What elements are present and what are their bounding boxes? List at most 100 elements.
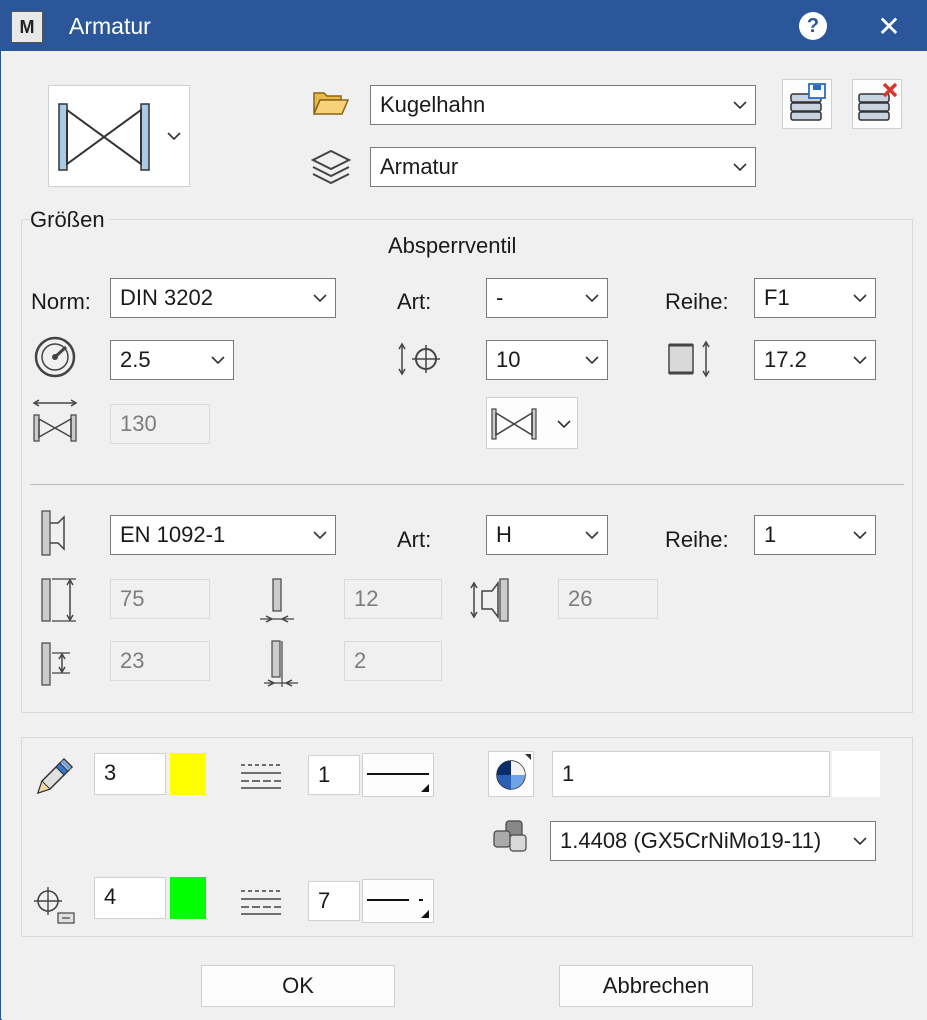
layer-select-value: Armatur <box>380 154 459 179</box>
linetype2-input[interactable]: 7 <box>308 881 360 921</box>
material-select[interactable]: 1.4408 (GX5CrNiMo19-11) <box>550 821 876 861</box>
catalog-select[interactable]: Kugelhahn <box>370 85 756 125</box>
pen-color-swatch[interactable] <box>170 753 206 795</box>
reihe-select-value: F1 <box>764 285 790 310</box>
chevron-down-icon <box>167 132 181 141</box>
flange-inner-diameter-field: 23 <box>110 641 210 681</box>
cancel-button[interactable]: Abbrechen <box>559 965 753 1007</box>
nominal-diameter-icon <box>398 342 440 376</box>
marker-number-input[interactable]: 4 <box>94 877 166 919</box>
art-select-value: - <box>496 285 504 310</box>
chevron-down-icon <box>733 163 747 172</box>
database-delete-icon <box>858 82 898 121</box>
chevron-down-icon <box>211 356 225 365</box>
flange-inner-diameter-icon <box>41 642 70 686</box>
length-field: 130 <box>110 404 210 444</box>
save-database-button[interactable] <box>782 79 832 129</box>
layer-select[interactable]: Armatur <box>370 147 756 187</box>
marker-color-swatch[interactable] <box>170 877 206 919</box>
flange-thickness-icon <box>260 578 294 623</box>
flange-art-select[interactable]: H <box>486 515 608 555</box>
flange-outer-diameter-icon <box>41 578 76 622</box>
flange-reihe-select[interactable]: 1 <box>754 515 876 555</box>
chevron-down-icon <box>585 294 599 303</box>
dash-line-icon <box>367 899 429 918</box>
marker-icon <box>34 887 75 924</box>
chevron-down-icon <box>313 531 327 540</box>
flange-outer-diameter-field: 75 <box>110 579 210 619</box>
pressure-select-value: 2.5 <box>120 347 151 372</box>
catalog-select-value: Kugelhahn <box>380 92 486 117</box>
help-icon[interactable]: ? <box>799 12 827 40</box>
length-dimension-icon <box>32 399 78 442</box>
layers-icon <box>310 149 352 185</box>
pen-number-input[interactable]: 3 <box>94 753 166 795</box>
separator <box>30 484 904 485</box>
delete-database-button[interactable] <box>852 79 902 129</box>
linetype-icon <box>241 890 281 915</box>
flange-height-field: 26 <box>558 579 658 619</box>
title-bar: M Armatur ? ✕ <box>1 1 927 51</box>
chevron-down-icon <box>853 294 867 303</box>
pipe-diameter-icon <box>668 340 710 378</box>
pipe-select[interactable]: 17.2 <box>754 340 876 380</box>
reihe-label: Reihe: <box>665 289 729 314</box>
flange-icon <box>41 510 65 556</box>
folder-open-icon <box>312 92 350 115</box>
flange-thickness-field: 12 <box>344 579 442 619</box>
ok-button[interactable]: OK <box>201 965 395 1007</box>
flange-reihe-label: Reihe: <box>665 527 729 552</box>
reihe-select[interactable]: F1 <box>754 278 876 318</box>
pressure-gauge-icon <box>34 336 76 378</box>
chevron-down-icon <box>585 356 599 365</box>
material-select-value: 1.4408 (GX5CrNiMo19-11) <box>560 828 822 853</box>
norm-select[interactable]: DIN 3202 <box>110 278 336 318</box>
art-select[interactable]: - <box>486 278 608 318</box>
pressure-select[interactable]: 2.5 <box>110 340 234 380</box>
valve-type-heading: Absperrventil <box>388 233 517 258</box>
chevron-down-icon <box>853 531 867 540</box>
app-icon: M <box>11 11 43 43</box>
chevron-down-icon <box>733 101 747 110</box>
material-color-input[interactable]: 1 <box>552 751 830 797</box>
dialog-window: M Armatur ? ✕ Kugelhahn Armatur Größen A… <box>0 0 927 1020</box>
linetype1-input[interactable]: 1 <box>308 755 360 795</box>
dn-select-value: 10 <box>496 347 521 372</box>
flange-norm-select-value: EN 1092-1 <box>120 522 226 547</box>
linetype1-picker[interactable] <box>362 753 434 797</box>
linetype2-picker[interactable] <box>362 879 434 923</box>
sizes-group-label: Größen <box>30 207 109 233</box>
chevron-down-icon <box>853 837 867 846</box>
flange-gap-icon <box>264 640 298 687</box>
valve-variant-dropdown[interactable] <box>486 397 578 449</box>
flange-reihe-select-value: 1 <box>764 522 777 547</box>
color-pie-icon <box>496 754 531 790</box>
art-label: Art: <box>397 289 432 314</box>
dn-select[interactable]: 10 <box>486 340 608 380</box>
flange-art-select-value: H <box>496 522 512 547</box>
flange-art-label: Art: <box>397 527 432 552</box>
norm-label: Norm: <box>31 289 91 314</box>
norm-select-value: DIN 3202 <box>120 285 213 310</box>
gate-valve-icon <box>58 103 150 171</box>
chevron-down-icon <box>557 420 571 429</box>
chevron-down-icon <box>585 531 599 540</box>
window-title: Armatur <box>69 13 151 39</box>
material-icon <box>493 820 527 852</box>
chevron-down-icon <box>313 294 327 303</box>
database-save-icon <box>790 83 826 121</box>
material-color-preview <box>832 751 880 797</box>
gate-valve-icon <box>491 408 537 440</box>
pipe-select-value: 17.2 <box>764 347 807 372</box>
material-color-button[interactable] <box>488 751 534 797</box>
solid-line-icon <box>367 773 429 792</box>
flange-height-icon <box>470 578 509 622</box>
pencil-icon <box>36 757 74 795</box>
linetype-icon <box>241 764 281 789</box>
chevron-down-icon <box>853 356 867 365</box>
dialog-content: Kugelhahn Armatur Größen Absperrventil N… <box>2 51 927 1020</box>
flange-norm-select[interactable]: EN 1092-1 <box>110 515 336 555</box>
flange-gap-field: 2 <box>344 641 442 681</box>
valve-symbol-dropdown[interactable] <box>48 85 190 187</box>
close-icon[interactable]: ✕ <box>873 9 905 43</box>
